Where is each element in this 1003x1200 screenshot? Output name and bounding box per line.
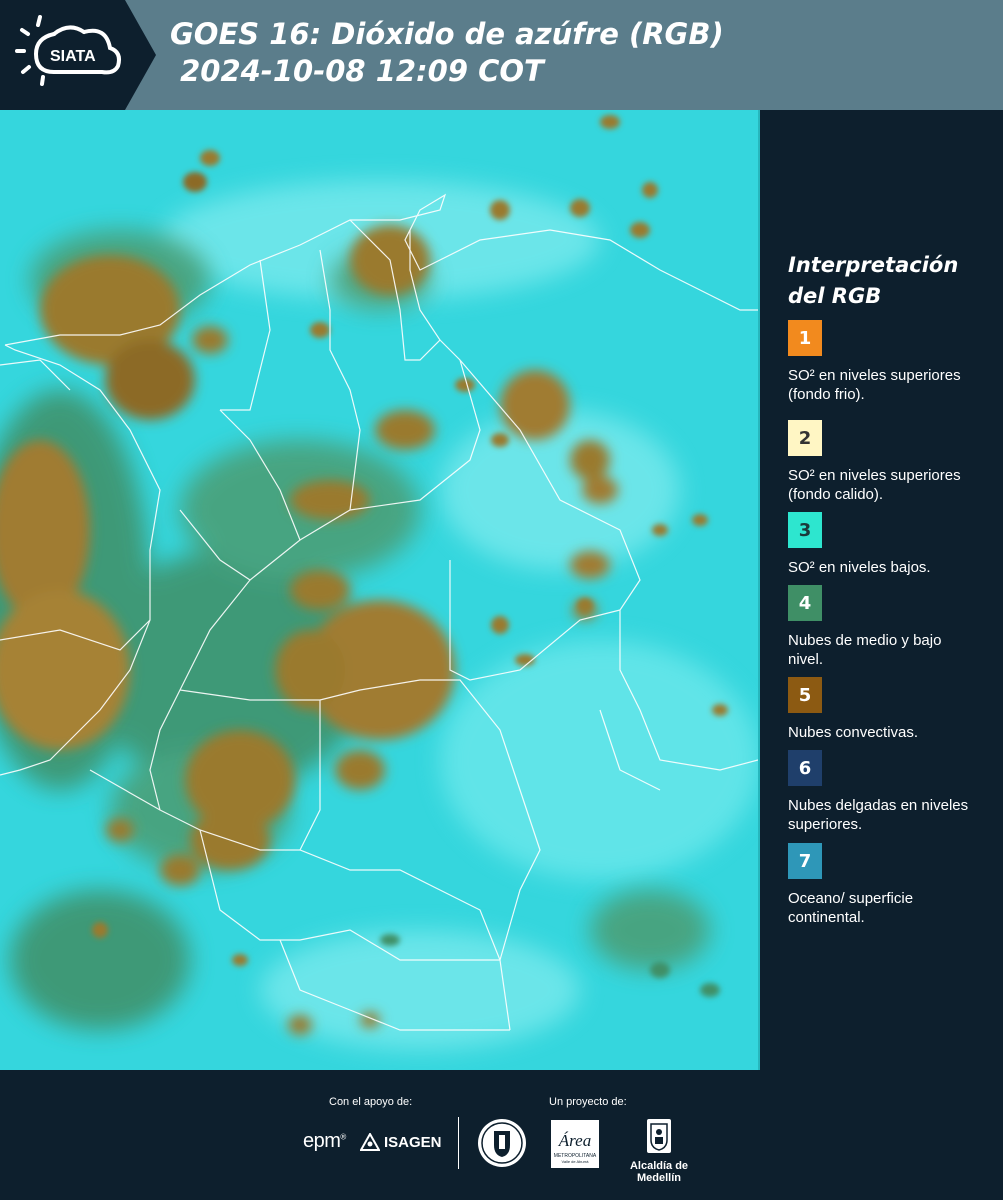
legend-title-line-1: Interpretación [788,253,959,277]
alcaldia-medellin-logo[interactable]: Alcaldía de Medellín [614,1118,704,1184]
legend-swatch-5: 5 [788,677,822,713]
legend-swatch-4: 4 [788,585,822,621]
isagen-logo-text: ISAGEN [384,1133,442,1151]
page-title: GOES 16: Dióxido de azúfre (RGB) 2024-10… [170,16,724,90]
footer: Con el apoyo de: Un proyecto de: epm® IS… [0,1070,1003,1200]
seal-icon [478,1119,526,1167]
legend-swatch-6: 6 [788,750,822,786]
medellin-seal-logo[interactable] [476,1117,528,1173]
legend-item-5: 5 Nubes convectivas. [788,677,988,742]
legend-label-7: Oceano/ superficie continental. [788,890,914,926]
epm-logo[interactable]: epm® [303,1130,346,1153]
legend-label-1: SO² en niveles superiores (fondo frio). [788,367,961,403]
support-label: Con el apoyo de: [329,1096,413,1108]
legend-item-2: 2 SO² en niveles superiores (fondo calido… [788,420,988,504]
project-label: Un proyecto de: [549,1096,627,1108]
legend-label-5: Nubes convectivas. [788,724,919,741]
siata-logo-text: SIATA [50,48,96,65]
legend-label-3: SO² en niveles bajos. [788,559,931,576]
siata-logo[interactable]: SIATA [0,0,156,110]
isagen-logo[interactable]: ISAGEN [360,1133,442,1151]
alcaldia-label: Alcaldía de Medellín [629,1160,689,1184]
legend-item-4: 4 Nubes de medio y bajo nivel. [788,585,988,669]
legend-label-6: Nubes delgadas en niveles superiores. [788,797,969,833]
legend-swatch-7: 7 [788,843,822,879]
header-band: SIATA GOES 16: Dióxido de azúfre (RGB) 2… [0,0,1003,110]
legend-panel: Interpretación del RGB 1 SO² en niveles s… [788,250,988,926]
legend-label-4: Nubes de medio y bajo nivel. [788,632,942,668]
isagen-mark-icon [360,1133,380,1151]
legend-item-3: 3 SO² en niveles bajos. [788,512,988,577]
title-line-2: 2024-10-08 12:09 COT [170,54,544,88]
coat-of-arms-icon [647,1119,671,1153]
area-logo-subtitle-2: Valle de Aburrá [561,1159,589,1164]
area-logo-icon: Área METROPOLITANA Valle de Aburrá [551,1120,599,1168]
epm-logo-text: epm [303,1130,341,1152]
legend-title: Interpretación del RGB [788,250,988,312]
area-metropolitana-logo[interactable]: Área METROPOLITANA Valle de Aburrá [551,1120,599,1172]
footer-divider [458,1117,459,1169]
legend-item-1: 1 SO² en niveles superiores (fondo frio). [788,320,988,404]
satellite-image [0,110,758,1070]
title-line-1: GOES 16: Dióxido de azúfre (RGB) [170,17,724,51]
legend-item-6: 6 Nubes delgadas en niveles superiores. [788,750,988,834]
legend-swatch-3: 3 [788,512,822,548]
sun-cloud-icon: SIATA [15,15,121,86]
legend-title-line-2: del RGB [788,284,882,308]
satellite-map[interactable] [0,110,760,1070]
legend-swatch-2: 2 [788,420,822,456]
legend-swatch-1: 1 [788,320,822,356]
legend-item-7: 7 Oceano/ superficie continental. [788,843,988,927]
legend-label-2: SO² en niveles superiores (fondo calido)… [788,467,961,503]
area-logo-text: Área [558,1131,591,1150]
